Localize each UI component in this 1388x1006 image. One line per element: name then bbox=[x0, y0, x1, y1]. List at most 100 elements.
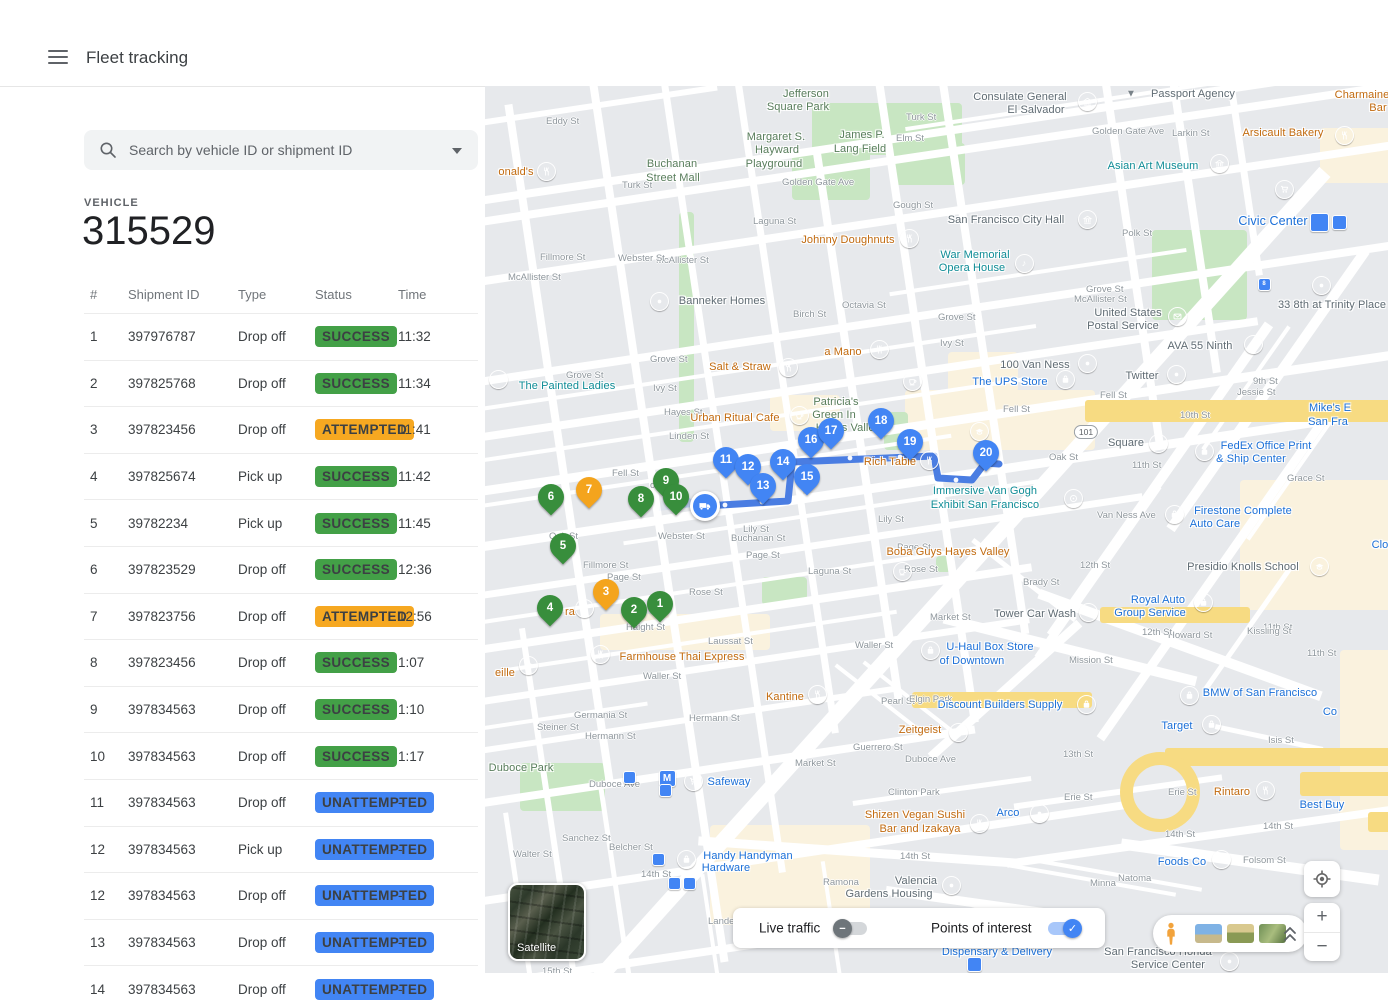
stop-marker-10[interactable]: 10 bbox=[658, 479, 695, 516]
transit-badge[interactable] bbox=[668, 877, 681, 890]
cup-poi-icon[interactable] bbox=[893, 562, 912, 581]
table-row[interactable]: 11397834563Drop offUNATTEMPTED- bbox=[84, 779, 478, 826]
dot-poi-icon[interactable] bbox=[942, 876, 961, 895]
mail-poi-icon[interactable] bbox=[1168, 307, 1187, 326]
menu-icon[interactable] bbox=[48, 50, 68, 65]
stop-marker-1[interactable]: 1 bbox=[642, 586, 679, 623]
imagery-thumbnail[interactable] bbox=[1259, 924, 1286, 943]
dot-poi-icon[interactable] bbox=[1149, 434, 1168, 453]
transit-badge[interactable] bbox=[683, 877, 696, 890]
bag-poi-icon[interactable] bbox=[1202, 715, 1221, 734]
pegman-icon[interactable] bbox=[1163, 922, 1179, 946]
fork-poi-icon[interactable] bbox=[808, 685, 827, 704]
fork-poi-icon[interactable] bbox=[970, 814, 989, 833]
grad-poi-icon[interactable] bbox=[970, 422, 989, 441]
table-row[interactable]: 2397825768Drop offSUCCESS11:34 bbox=[84, 360, 478, 407]
poi-triangle-icon[interactable]: ▼ bbox=[1126, 89, 1136, 100]
dot-poi-icon[interactable] bbox=[1078, 354, 1097, 373]
dot-poi-icon[interactable] bbox=[1312, 276, 1331, 295]
dot-poi-icon[interactable] bbox=[1220, 952, 1239, 971]
points-of-interest-toggle[interactable]: ✓ bbox=[1048, 922, 1080, 935]
transit-badge[interactable] bbox=[652, 853, 665, 866]
stop-marker-7[interactable]: 7 bbox=[571, 472, 608, 509]
stop-marker-3[interactable]: 3 bbox=[588, 574, 625, 611]
dot-poi-icon[interactable] bbox=[1030, 804, 1049, 823]
cup-poi-icon[interactable] bbox=[790, 406, 809, 425]
zoom-in-button[interactable]: + bbox=[1304, 903, 1340, 931]
bag-poi-icon[interactable] bbox=[1056, 370, 1075, 389]
bag-poi-icon[interactable] bbox=[1195, 442, 1214, 461]
table-row[interactable]: 3397823456Drop offATTEMPTED11:41 bbox=[84, 406, 478, 453]
bag-poi-icon[interactable] bbox=[677, 850, 696, 869]
fork-poi-icon[interactable] bbox=[1335, 126, 1354, 145]
dot-poi-icon[interactable] bbox=[1079, 603, 1098, 622]
transit-badge[interactable] bbox=[623, 771, 636, 784]
fork-poi-icon[interactable] bbox=[900, 229, 919, 248]
zoom-out-button[interactable]: − bbox=[1304, 932, 1340, 961]
dot-poi-icon[interactable] bbox=[1244, 335, 1263, 354]
imagery-thumbnail[interactable] bbox=[1227, 924, 1254, 943]
table-row[interactable]: 12397834563Pick upUNATTEMPTED- bbox=[84, 826, 478, 873]
stop-marker-4[interactable]: 4 bbox=[532, 590, 569, 627]
bag-poi-icon[interactable] bbox=[1194, 593, 1213, 612]
cup-poi-icon[interactable] bbox=[903, 372, 922, 391]
table-row[interactable]: 4397825674Pick upSUCCESS11:42 bbox=[84, 453, 478, 500]
bag-poi-icon[interactable] bbox=[1180, 686, 1199, 705]
table-row[interactable]: 8397823456Drop offSUCCESS1:07 bbox=[84, 639, 478, 686]
my-location-button[interactable] bbox=[1304, 861, 1340, 897]
transit-badge[interactable] bbox=[1310, 213, 1329, 232]
fork-poi-icon[interactable] bbox=[870, 340, 889, 359]
transit-badge[interactable] bbox=[659, 784, 672, 797]
vehicle-marker[interactable] bbox=[690, 491, 720, 521]
fork-poi-icon[interactable] bbox=[949, 723, 968, 742]
dot-poi-icon[interactable] bbox=[1167, 365, 1186, 384]
table-row[interactable]: 9397834563Drop offSUCCESS1:10 bbox=[84, 686, 478, 733]
bag-poi-icon[interactable] bbox=[1077, 695, 1096, 714]
transit-badge[interactable] bbox=[1332, 215, 1347, 230]
cart-poi-icon[interactable] bbox=[1275, 180, 1294, 199]
table-row[interactable]: 539782234Pick upSUCCESS11:45 bbox=[84, 499, 478, 546]
table-row[interactable]: 12397834563Drop offUNATTEMPTED- bbox=[84, 872, 478, 919]
table-row[interactable]: 13397834563Drop offUNATTEMPTED- bbox=[84, 919, 478, 966]
dot-poi-icon[interactable] bbox=[650, 292, 669, 311]
bank-poi-icon[interactable] bbox=[1078, 210, 1097, 229]
imagery-thumbnail[interactable] bbox=[1195, 924, 1222, 943]
fork-poi-icon[interactable] bbox=[1256, 781, 1275, 800]
cart-poi-icon[interactable] bbox=[1212, 850, 1231, 869]
transit-badge[interactable]: 8 bbox=[1258, 278, 1271, 291]
cup-poi-icon[interactable] bbox=[519, 656, 538, 675]
live-traffic-toggle[interactable]: − bbox=[835, 922, 867, 935]
chevron-down-icon[interactable] bbox=[452, 148, 462, 159]
table-row[interactable]: 6397823529Drop offSUCCESS12:36 bbox=[84, 546, 478, 593]
map[interactable]: Eddy StTurk StTurk StElm StGolden Gate A… bbox=[485, 86, 1388, 973]
cart-poi-icon[interactable] bbox=[684, 772, 703, 791]
bank-poi-icon[interactable] bbox=[1078, 92, 1097, 111]
table-row[interactable]: 7397823756Drop offATTEMPTED12:56 bbox=[84, 593, 478, 640]
fork-poi-icon[interactable] bbox=[779, 358, 798, 377]
stop-marker-17[interactable]: 17 bbox=[813, 413, 850, 450]
search-box[interactable]: Search by vehicle ID or shipment ID bbox=[84, 130, 478, 170]
rook-poi-icon[interactable]: ♜ bbox=[489, 370, 508, 389]
stop-marker-6[interactable]: 6 bbox=[533, 479, 570, 516]
table-row[interactable]: 14397834563Drop offUNATTEMPTED- bbox=[84, 965, 478, 1006]
fork-poi-icon[interactable] bbox=[575, 599, 594, 618]
stop-marker-5[interactable]: 5 bbox=[545, 528, 582, 565]
table-row[interactable]: 1397976787Drop offSUCCESS11:32 bbox=[84, 313, 478, 360]
stop-marker-20[interactable]: 20 bbox=[968, 435, 1005, 472]
grad-poi-icon[interactable] bbox=[1310, 557, 1329, 576]
fork-poi-icon[interactable] bbox=[537, 162, 556, 181]
collapse-icon[interactable] bbox=[1283, 923, 1297, 943]
note-poi-icon[interactable]: ♪ bbox=[1015, 254, 1034, 273]
stop-marker-2[interactable]: 2 bbox=[616, 592, 653, 629]
stop-marker-19[interactable]: 19 bbox=[892, 424, 929, 461]
satellite-toggle[interactable]: Satellite bbox=[508, 883, 586, 961]
bank-poi-icon[interactable] bbox=[1210, 154, 1229, 173]
palette-poi-icon[interactable] bbox=[1064, 489, 1083, 508]
stop-marker-18[interactable]: 18 bbox=[863, 403, 900, 440]
table-row[interactable]: 10397834563Drop offSUCCESS1:17 bbox=[84, 732, 478, 779]
fork-poi-icon[interactable] bbox=[591, 645, 610, 664]
bag-poi-icon[interactable] bbox=[921, 641, 940, 660]
bag-poi-icon[interactable] bbox=[1165, 505, 1184, 524]
stop-marker-15[interactable]: 15 bbox=[789, 459, 826, 496]
transit-badge[interactable] bbox=[967, 957, 982, 972]
